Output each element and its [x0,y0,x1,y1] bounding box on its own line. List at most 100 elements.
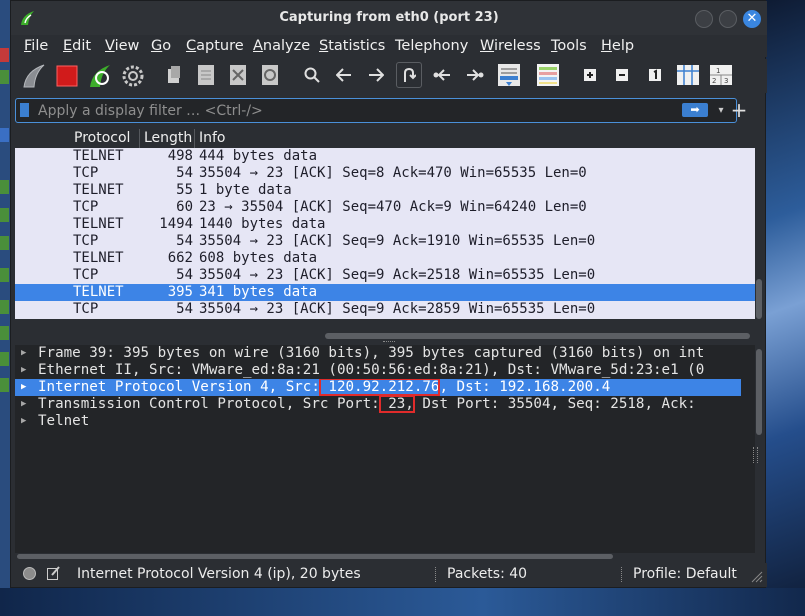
colorize-icon[interactable] [535,62,561,88]
packet-info: 1440 bytes data [199,216,326,232]
layout-icon[interactable]: 123 [708,62,734,88]
resize-grip-icon[interactable] [751,571,763,583]
stop-capture-icon[interactable] [53,62,81,90]
close-file-icon[interactable] [225,62,251,88]
maximize-button[interactable] [719,10,737,28]
menu-label: ireless [494,38,541,54]
find-packet-icon[interactable] [299,62,325,88]
menu-mnemonic: A [253,38,263,54]
apply-filter-arrow-icon[interactable]: ➡ [682,103,708,117]
packet-row[interactable]: TCP 54 35504 → 23 [ACK] Seq=8 Ack=470 Win=… [15,165,757,182]
packet-row[interactable]: TCP 54 35504 → 23 [ACK] Seq=9 Ack=1910 Win… [15,233,757,250]
menu-go[interactable]: Go [151,36,171,56]
tree-item-ethernet[interactable]: ▶ Ethernet II, Src: VMware_ed:8a:21 (00:… [15,362,741,379]
menu-bar: File Edit View Go Capture Analyze Statis… [11,35,767,57]
tree-item-ipv4[interactable]: ▶ Internet Protocol Version 4, Src: 120.… [15,379,741,396]
capture-options-gear-icon[interactable] [119,62,147,90]
add-filter-button[interactable]: + [729,98,749,123]
go-back-icon[interactable] [331,62,357,88]
zoom-out-icon[interactable] [609,62,635,88]
first-packet-icon[interactable] [429,62,455,88]
menu-file[interactable]: File [24,36,48,56]
menu-mnemonic: S [319,38,329,54]
reload-file-icon[interactable] [257,62,283,88]
column-header-length[interactable]: Length [140,129,195,148]
go-forward-icon[interactable] [363,62,389,88]
auto-scroll-icon[interactable] [496,62,522,88]
packet-row[interactable]: TCP 54 35504 → 23 [ACK] Seq=9 Ack=2518 Win… [15,267,757,284]
menu-telephony[interactable]: Telephony [395,36,468,56]
menu-help[interactable]: Help [601,36,634,56]
packet-length: 54 [176,233,193,249]
details-horizontal-scrollbar[interactable] [15,554,757,560]
zoom-in-icon[interactable] [577,62,603,88]
expand-arrow-icon[interactable]: ▶ [21,413,26,430]
menu-label: Telephony [395,38,469,54]
tcp-label-prefix: Transmission Control Protocol, Src Port: [38,396,380,412]
scrollbar-thumb[interactable] [325,333,750,339]
packet-row[interactable]: TELNET 662 608 bytes data [15,250,757,267]
packet-row[interactable]: TELNET 1494 1440 bytes data [15,216,757,233]
bookmark-icon[interactable] [20,103,29,117]
packet-row[interactable]: TELNET 55 1 byte data [15,182,757,199]
menu-statistics[interactable]: Statistics [319,36,385,56]
shark-fin-start-icon[interactable] [20,62,48,90]
menu-tools[interactable]: Tools [551,36,587,56]
menu-label: elp [611,38,635,54]
minimize-button[interactable] [695,10,713,28]
go-to-packet-icon[interactable] [396,62,422,88]
column-header-protocol[interactable]: Protocol [70,129,140,148]
menu-edit[interactable]: Edit [63,36,91,56]
main-toolbar: 123 [11,59,767,93]
desktop-fragment [0,208,9,222]
expert-info-status-icon[interactable] [23,567,36,580]
filter-dropdown-chevron-icon[interactable]: ▾ [714,103,728,118]
profile-status[interactable]: Profile: Default [633,563,737,585]
status-separator [435,567,436,582]
column-header-info[interactable]: Info [195,129,757,148]
resize-columns-icon[interactable] [675,62,701,88]
menu-label: ools [557,38,587,54]
restart-capture-icon[interactable] [86,62,114,90]
expand-arrow-icon[interactable]: ▶ [21,396,26,413]
packet-list: Protocol Length Info TELNET 498 444 bytes … [15,129,757,319]
menu-analyze[interactable]: Analyze [253,36,310,56]
svg-text:3: 3 [724,77,728,85]
display-filter-input[interactable] [38,100,678,121]
save-file-icon[interactable] [193,62,219,88]
packet-length: 55 [176,182,193,198]
menu-mnemonic: W [480,38,495,54]
open-file-icon[interactable] [161,62,187,88]
packet-list-horizontal-scrollbar[interactable] [15,331,757,339]
expand-arrow-icon[interactable]: ▶ [21,345,26,362]
scrollbar-thumb[interactable] [17,554,613,559]
menu-wireless[interactable]: Wireless [480,36,541,56]
expand-arrow-icon[interactable]: ▶ [21,362,26,379]
packet-row[interactable]: TCP 54 35504 → 23 [ACK] Seq=9 Ack=2859 Win… [15,301,757,318]
tree-item-telnet[interactable]: ▶ Telnet [15,413,741,430]
window-title: Capturing from eth0 (port 23) [279,10,499,25]
capture-comment-edit-icon[interactable] [47,566,60,580]
normal-size-icon[interactable] [642,62,668,88]
display-filter-bar: ➡ ▾ [15,98,737,123]
svg-text:2: 2 [712,77,716,85]
close-button[interactable]: ✕ [743,10,761,28]
packet-list-vertical-scrollbar[interactable] [755,129,763,319]
scrollbar-thumb[interactable] [756,279,762,319]
tree-item-tcp[interactable]: ▶ Transmission Control Protocol, Src Por… [15,396,741,413]
packet-info: 1 byte data [199,182,292,198]
details-splitter-handle[interactable] [753,447,758,463]
scrollbar-thumb[interactable] [756,349,762,435]
packet-length: 662 [167,250,193,266]
packet-row[interactable]: TCP 60 23 → 35504 [ACK] Seq=470 Ack=9 Win=… [15,199,757,216]
menu-capture[interactable]: Capture [186,36,244,56]
menu-view[interactable]: View [105,36,139,56]
title-bar[interactable]: Capturing from eth0 (port 23) ✕ [11,1,767,35]
menu-mnemonic: H [601,38,612,54]
expand-arrow-icon[interactable]: ▶ [21,379,26,396]
desktop-fragment [0,352,9,366]
last-packet-icon[interactable] [462,62,488,88]
tree-item-frame[interactable]: ▶ Frame 39: 395 bytes on wire (3160 bits… [15,345,741,362]
packet-row[interactable]: TELNET 498 444 bytes data [15,148,757,165]
packet-row[interactable]: TELNET 395 341 bytes data [15,284,757,301]
